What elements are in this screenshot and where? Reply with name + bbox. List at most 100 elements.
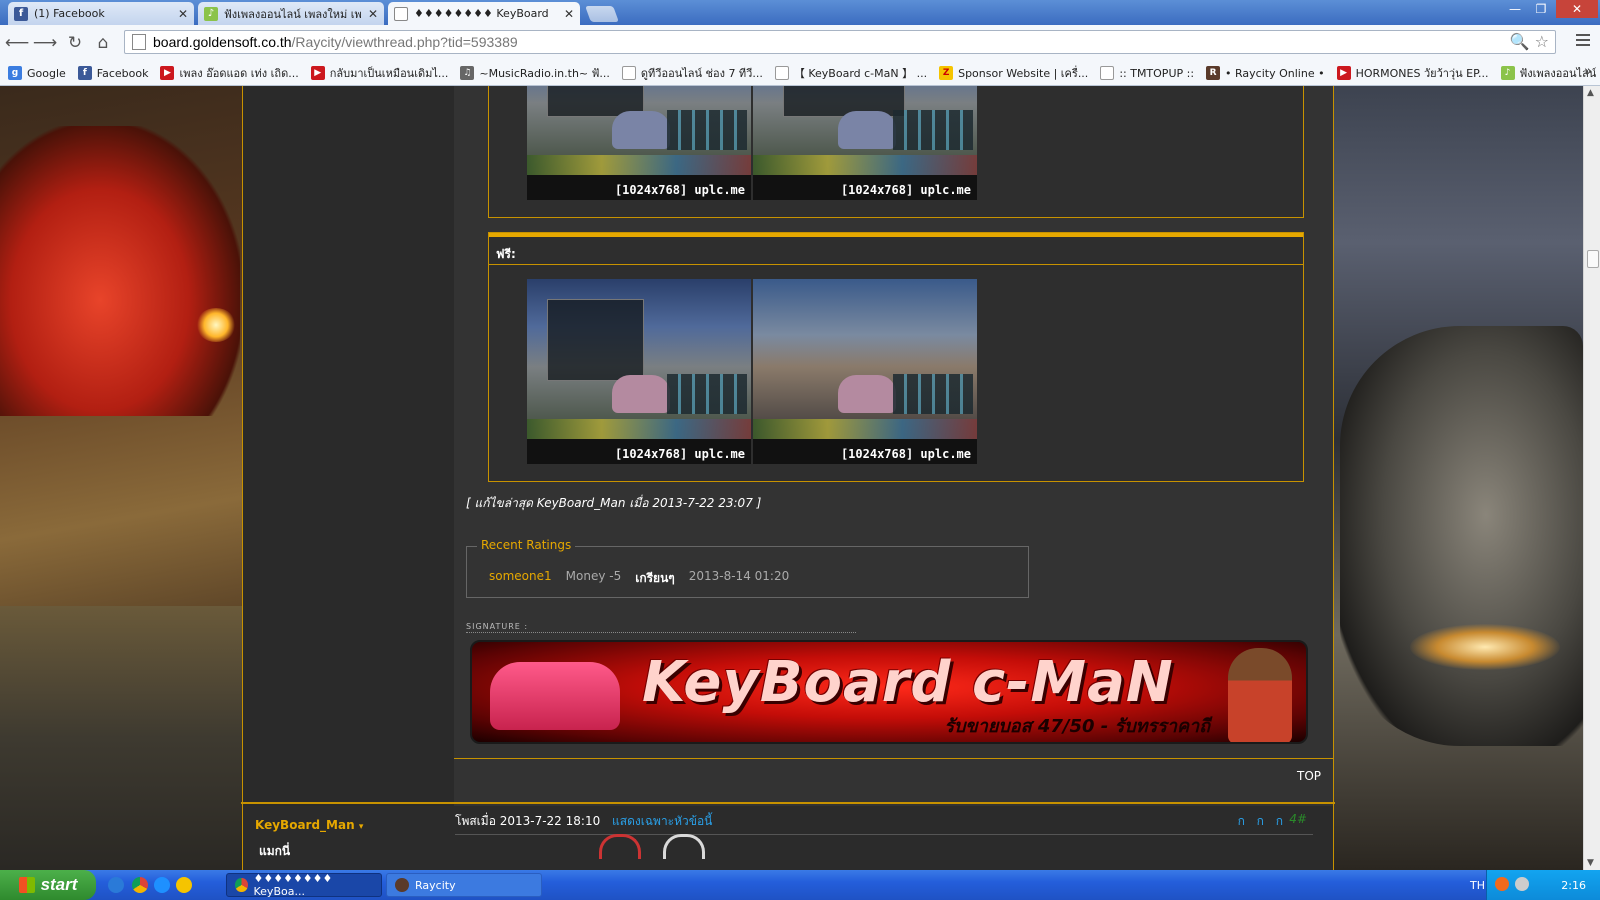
screenshot-thumbnail[interactable]: [1024x768] uplc.me [753, 279, 977, 464]
youtube-icon: ▶ [310, 66, 325, 80]
post-content: [1024x768] uplc.me [1024x768] uplc.me ฟร… [454, 86, 1333, 806]
banner-title: KeyBoard c-MaN [642, 650, 1174, 715]
recent-ratings-box: Recent Ratings someone1 Money -5 เกรียนๆ… [466, 538, 1029, 598]
close-tab-icon[interactable]: ✕ [564, 7, 574, 21]
sponsor-icon: Z [939, 66, 954, 80]
language-indicator[interactable]: TH [1470, 879, 1485, 892]
screenshot-thumbnail[interactable]: [1024x768] uplc.me [753, 86, 977, 200]
rating-time: 2013-8-14 01:20 [688, 569, 790, 583]
author-name-link[interactable]: KeyBoard_Man ▾ [255, 818, 363, 832]
tray-app-icon[interactable] [1515, 877, 1529, 891]
rating-row: someone1 Money -5 เกรียนๆ 2013-8-14 01:2… [489, 569, 789, 588]
bookmark-label: :: TMTOPUP :: [1119, 66, 1195, 80]
windows-taskbar: start ♦♦♦♦♦♦♦♦ KeyBoa... Raycity TH 2:16 [0, 870, 1600, 900]
home-button[interactable]: ⌂ [92, 32, 114, 54]
bookmark-label: Facebook [96, 66, 149, 80]
windows-logo-icon [18, 877, 35, 893]
show-desktop-icon[interactable] [108, 877, 124, 893]
zoom-and-star-icons[interactable]: 🔍 ☆ [1510, 32, 1549, 51]
bookmark-keyboardman[interactable]: 【 KeyBoard c-MaN 】 ... [774, 65, 927, 81]
author-column [243, 86, 454, 806]
more-bookmarks-button[interactable]: » [1584, 64, 1592, 79]
taskbar-item-chrome[interactable]: ♦♦♦♦♦♦♦♦ KeyBoa... [226, 872, 382, 898]
bookmark-label: • Raycity Online • [1225, 66, 1325, 80]
system-tray: 2:16 [1486, 870, 1600, 900]
signature-banner: KeyBoard c-MaN รับขายบอส 47/50 - รับทรรา… [470, 640, 1308, 744]
screenshot-image [893, 374, 973, 414]
chrome-menu-icon[interactable] [1576, 34, 1590, 49]
tab-title: ♦♦♦♦♦♦♦♦ KeyBoard [414, 7, 549, 20]
tab-music[interactable]: ♪ ฟังเพลงออนไลน์ เพลงใหม่ เพ ✕ [198, 2, 384, 25]
post-date: โพสเมื่อ 2013-7-22 18:10 [455, 814, 601, 828]
medal-icon [663, 834, 705, 859]
bookmark-label: Sponsor Website | เครื่... [958, 67, 1089, 80]
screenshot-image [547, 299, 644, 381]
screenshot-image [527, 419, 751, 439]
address-bar[interactable]: board.goldensoft.co.th/Raycity/viewthrea… [124, 30, 1556, 54]
taskbar-item-raycity[interactable]: Raycity [386, 873, 542, 897]
music-site-icon: ♪ [204, 6, 218, 21]
background-red-car [0, 126, 240, 416]
font-size-controls[interactable]: ก ก ก [1238, 812, 1287, 831]
scroll-down-icon[interactable]: ▼ [1587, 858, 1594, 868]
post-floor-number: 4# [1289, 812, 1307, 826]
image-caption: [1024x768] uplc.me [614, 447, 745, 461]
back-to-top-link[interactable]: TOP [1297, 769, 1321, 783]
post-footer: TOP [454, 758, 1333, 792]
bookmark-tmtopup[interactable]: :: TMTOPUP :: [1100, 66, 1194, 80]
banner-person-image [1228, 648, 1292, 742]
minimize-button[interactable]: — [1502, 0, 1528, 18]
image-caption: [1024x768] uplc.me [840, 183, 971, 197]
page-icon [774, 66, 789, 80]
bookmark-musicradio[interactable]: ♫ ~MusicRadio.in.th~ ฟั... [460, 64, 610, 82]
banner-subtitle: รับขายบอส 47/50 - รับทรราคาถี [944, 716, 1210, 737]
bookmark-facebook[interactable]: f Facebook [77, 66, 149, 80]
restore-button[interactable]: ❐ [1528, 0, 1554, 18]
bookmark-label: ~MusicRadio.in.th~ ฟั... [479, 67, 610, 80]
page-scrollbar[interactable]: ▲ ▼ [1583, 86, 1600, 870]
close-window-button[interactable]: ✕ [1556, 0, 1598, 18]
close-tab-icon[interactable]: ✕ [178, 7, 188, 21]
scroll-thumb[interactable] [1587, 250, 1599, 268]
bookmark-tv[interactable]: ดูทีวีออนไลน์ ช่อง 7 ทีวี... [621, 64, 763, 82]
screenshot-thumbnail[interactable]: [1024x768] uplc.me [527, 279, 751, 464]
forward-button[interactable]: ⟶ [33, 32, 57, 54]
bookmarks-bar: g Google f Facebook ▶ เพลง อ๊อดแอด เท่ง เถิ… [0, 61, 1600, 86]
bookmark-google[interactable]: g Google [8, 66, 66, 80]
bookmark-label: Google [27, 66, 66, 80]
internet-explorer-icon[interactable] [154, 877, 170, 893]
bookmark-label: กลับมาเป็นเหมือนเดิมไ... [329, 67, 449, 80]
page-viewport: [1024x768] uplc.me [1024x768] uplc.me ฟร… [0, 86, 1583, 870]
show-only-author-link[interactable]: แสดงเฉพาะหัวข้อนี้ [612, 814, 712, 828]
forum-post-container: [1024x768] uplc.me [1024x768] uplc.me ฟร… [241, 86, 1335, 870]
box-heading: ฟรี: [489, 233, 1303, 265]
chrome-icon [235, 878, 248, 892]
rating-comment: เกรียนๆ [635, 571, 675, 585]
chrome-icon[interactable] [132, 877, 148, 893]
screenshot-thumbnail[interactable]: [1024x768] uplc.me [527, 86, 751, 200]
back-button[interactable]: ⟵ [5, 32, 29, 54]
screenshot-image [667, 374, 747, 414]
scroll-up-icon[interactable]: ▲ [1587, 88, 1594, 98]
tab-title: (1) Facebook [34, 7, 105, 20]
tab-facebook[interactable]: f (1) Facebook ✕ [8, 2, 194, 25]
screenshot-image [612, 111, 670, 149]
tab-keyboard-thread[interactable]: ♦♦♦♦♦♦♦♦ KeyBoard ✕ [388, 2, 580, 25]
start-button[interactable]: start [0, 870, 96, 900]
background-silver-car [1340, 326, 1583, 746]
bookmark-sponsor[interactable]: Z Sponsor Website | เครื่... [939, 64, 1088, 82]
bookmark-raycity[interactable]: R • Raycity Online • [1206, 66, 1325, 80]
page-icon [132, 34, 146, 50]
bookmark-youtube-2[interactable]: ▶ กลับมาเป็นเหมือนเดิมไ... [310, 64, 449, 82]
raycity-icon: R [1206, 66, 1221, 80]
rating-user-link[interactable]: someone1 [489, 569, 552, 588]
reload-button[interactable]: ↻ [64, 32, 86, 54]
bookmark-youtube-1[interactable]: ▶ เพลง อ๊อดแอด เท่ง เถิด... [160, 64, 299, 82]
close-tab-icon[interactable]: ✕ [368, 7, 378, 21]
youtube-icon: ▶ [1336, 66, 1351, 80]
quicklaunch-app-icon[interactable] [176, 877, 192, 893]
bookmark-hormones[interactable]: ▶ HORMONES วัยว้าวุ่น EP... [1336, 64, 1489, 82]
new-tab-button[interactable] [585, 6, 619, 22]
tray-app-icon[interactable] [1495, 877, 1509, 891]
clock[interactable]: 2:16 [1561, 879, 1586, 892]
